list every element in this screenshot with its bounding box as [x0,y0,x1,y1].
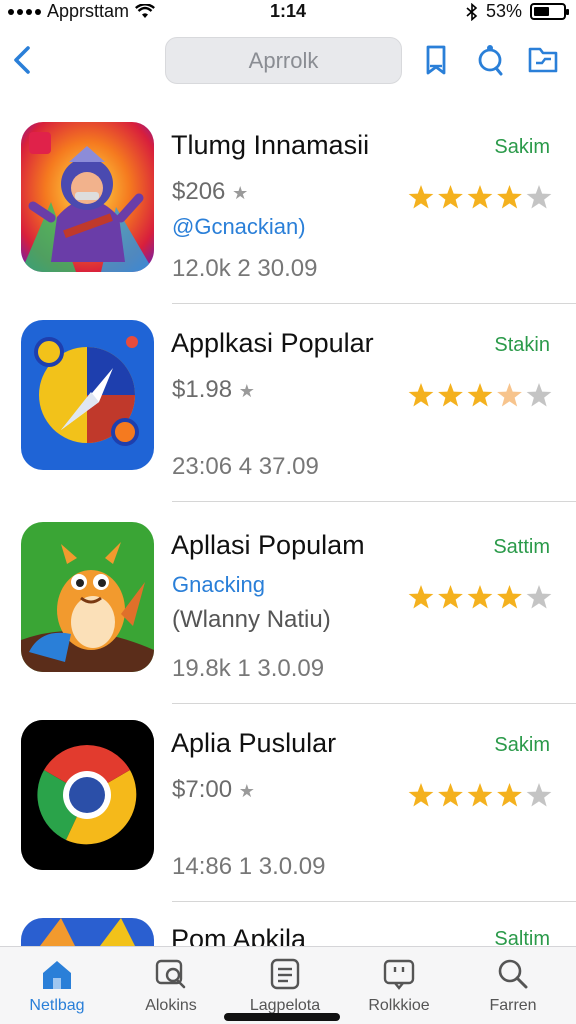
get-button[interactable]: Sattim [493,536,550,559]
status-bar: Apprsttam 1:14 53% [0,0,576,24]
tab-lagpelota[interactable]: Lagpelota [228,957,342,1015]
get-button[interactable]: Sakim [494,136,550,159]
star-icon [408,783,434,807]
app-stats: 12.0k 2 30.09 [172,255,318,282]
app-title: Applkasi Popular [171,328,374,358]
app-price: $206 ★ [172,178,249,205]
list-item[interactable]: Tlumg Innamasii $206 ★ @Gcnackian) 12.0k… [0,108,576,304]
star-icon [526,383,552,407]
app-icon-browser [21,720,154,870]
list-item[interactable]: Aplia Puslular $7:00 ★ 14:86 1 3.0.09 Sa… [0,706,576,902]
star-icon [526,585,552,609]
tab-label: Alokins [145,997,197,1014]
star-icon [497,585,522,609]
card-icon [383,959,415,990]
app-title: Aplia Puslular [171,728,337,758]
tab-farren[interactable]: Farren [456,957,570,1015]
divider [172,303,576,304]
star-icon [438,585,463,609]
search-placeholder: Aprrolk [248,47,319,73]
star-icon [408,383,434,407]
app-icon-creature [21,522,154,672]
app-price: $7:00 ★ [172,776,255,803]
star-rating [408,383,552,407]
tab-label: Farren [489,997,537,1014]
app-icon-partial [21,918,154,946]
star-icon [497,383,522,407]
tab-label: Rolkkioe [368,997,430,1014]
star-icon [467,783,493,807]
chevron-left-icon[interactable] [8,42,40,78]
star-icon [497,783,522,807]
list-item[interactable]: Applkasi Popular $1.98 ★ 23:06 4 37.09 S… [0,306,576,502]
nav-bar: Aprrolk [0,28,576,96]
divider [172,703,576,704]
star-icon [467,383,493,407]
list-item[interactable]: Pom Apkila Saltim [0,904,576,946]
star-icon [526,783,552,807]
app-title: Tlumg Innamasii [171,130,370,160]
home-icon [43,961,71,989]
app-price: $1.98 ★ [172,376,255,403]
divider [172,901,576,902]
app-icon-hero-game [21,122,154,272]
star-icon [497,185,522,209]
app-title: Pom Apkila [171,924,307,946]
star-icon [467,585,493,609]
star-rating [408,783,552,807]
star-icon [408,185,434,209]
document-icon [270,958,300,990]
divider [172,501,576,502]
app-title: Apllasi Populam [171,530,365,560]
inbox-icon[interactable] [527,43,559,77]
app-stats: 19.8k 1 3.0.09 [172,655,325,682]
star-icon [408,585,434,609]
get-button[interactable]: Sakim [494,734,550,757]
search-input[interactable]: Aprrolk [165,37,402,84]
list-item[interactable]: Apllasi Populam Gnacking (Wlanny Natiu) … [0,508,576,704]
get-button[interactable]: Saltim [494,928,550,946]
app-icon-compass [21,320,154,470]
bluetooth-icon [466,2,478,21]
tab-rolkkioe[interactable]: Rolkkioe [342,957,456,1015]
app-stats: 23:06 4 37.09 [172,453,319,480]
star-icon [467,185,493,209]
star-rating [408,585,552,609]
status-right: 53% [466,1,569,22]
star-icon [438,185,463,209]
badge-icon[interactable] [474,43,506,77]
get-button[interactable]: Stakin [494,334,550,357]
star-rating [408,185,552,209]
chat-search-icon [155,959,186,989]
tab-home[interactable]: Netlbag [0,957,114,1015]
app-developer: @Gcnackian) [172,214,306,239]
app-category: Gnacking [172,572,265,597]
tab-label: Netlbag [29,997,85,1014]
search-icon [498,959,528,989]
bookmark-icon[interactable] [420,43,452,77]
star-icon [438,383,463,407]
star-icon [438,783,463,807]
battery-icon [530,3,569,20]
home-indicator[interactable] [224,1013,340,1021]
star-icon [526,185,552,209]
app-developer: (Wlanny Natiu) [172,606,331,633]
battery-percent: 53% [485,1,522,21]
tab-alokins[interactable]: Alokins [114,957,228,1015]
app-stats: 14:86 1 3.0.09 [172,853,326,880]
